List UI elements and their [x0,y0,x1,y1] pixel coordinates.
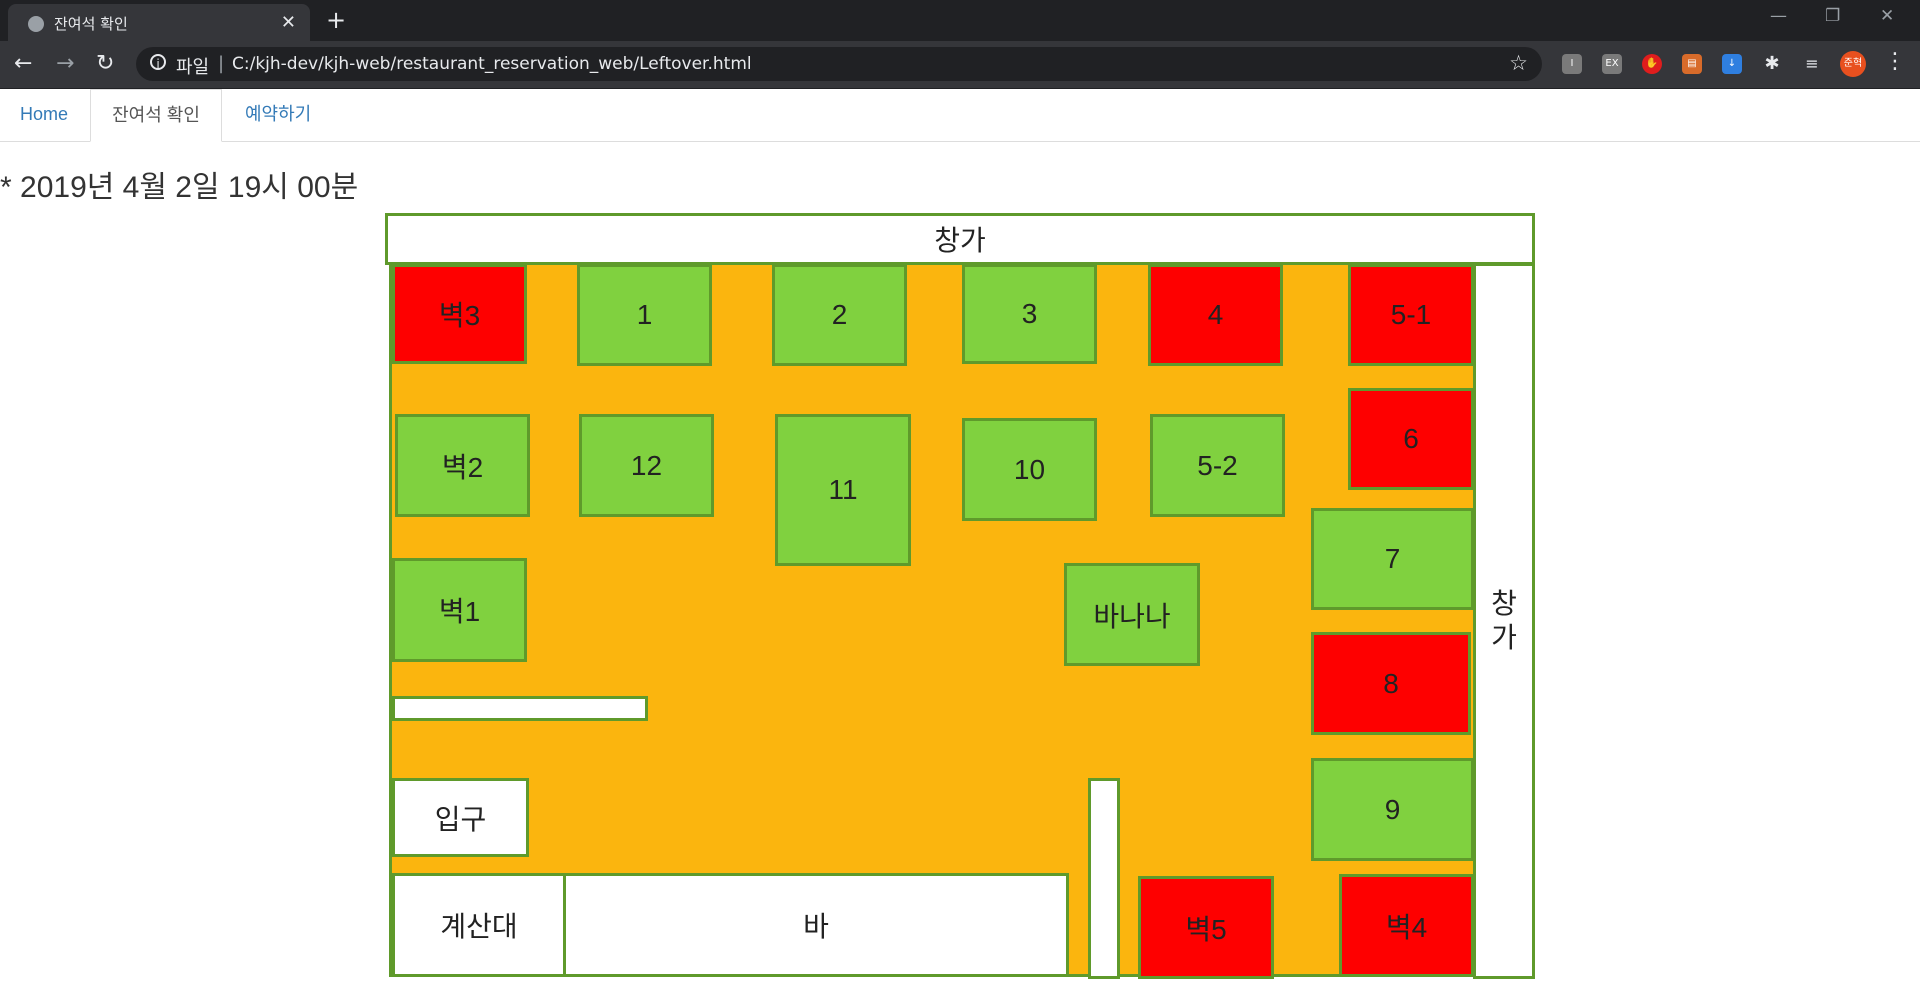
window-top: 창가 [385,213,1535,265]
window-right: 창 가 [1473,263,1535,979]
reservation-datetime: * 2019년 4월 2일 19시 00분 [0,171,359,204]
back-button[interactable]: ← [14,51,32,76]
extension-stop-icon[interactable]: ✋ [1642,54,1662,74]
table-4[interactable]: 4 [1148,264,1283,366]
extension-color-icon[interactable]: ▤ [1682,54,1702,74]
browser-toolbar: ← → ↻ i 파일 | C:/kjh-dev/kjh-web/restaura… [0,41,1920,89]
nav-home[interactable]: Home [20,89,68,141]
counter: 계산대 [392,873,566,977]
table-5-2[interactable]: 5-2 [1150,414,1285,517]
extension-icon[interactable]: I [1562,54,1582,74]
close-icon[interactable]: ✕ [281,12,296,33]
table-11[interactable]: 11 [775,414,911,566]
table-8[interactable]: 8 [1311,632,1471,735]
table-5-1[interactable]: 5-1 [1348,264,1474,366]
table-wall-3[interactable]: 벽3 [392,264,527,364]
bar: 바 [563,873,1069,977]
media-icon[interactable]: ≡ [1802,54,1822,74]
info-icon[interactable]: i [150,54,166,71]
window-close-icon[interactable]: ✕ [1880,6,1894,26]
window-right-char-2: 가 [1491,622,1517,653]
avatar[interactable]: 준혁 [1840,51,1866,77]
reload-button[interactable]: ↻ [96,51,114,76]
table-10[interactable]: 10 [962,418,1097,521]
restore-icon[interactable]: ❐ [1825,6,1840,26]
window-right-char-1: 창 [1491,588,1517,619]
table-9[interactable]: 9 [1311,758,1474,861]
table-12[interactable]: 12 [579,414,714,517]
table-7[interactable]: 7 [1311,508,1474,610]
table-3[interactable]: 3 [962,264,1097,364]
puzzle-icon[interactable]: ✱ [1762,54,1782,74]
browser-tab-strip: 잔여석 확인 ✕ + — ❐ ✕ [0,0,1920,41]
table-wall-4[interactable]: 벽4 [1339,874,1474,977]
table-1[interactable]: 1 [577,264,712,366]
table-2[interactable]: 2 [772,264,907,366]
table-6[interactable]: 6 [1348,388,1474,490]
browser-tab[interactable]: 잔여석 확인 ✕ [8,4,310,41]
nav-reserve[interactable]: 예약하기 [245,89,311,141]
table-banana[interactable]: 바나나 [1064,563,1200,666]
extension-ex-icon[interactable]: EX [1602,54,1622,74]
tab-title: 잔여석 확인 [54,15,128,33]
url-text[interactable]: C:/kjh-dev/kjh-web/restaurant_reservatio… [232,54,752,74]
bookmark-star-icon[interactable]: ☆ [1509,51,1528,75]
minimize-icon[interactable]: — [1770,6,1787,26]
entrance: 입구 [392,778,529,857]
globe-icon [28,16,44,32]
menu-icon[interactable]: ⋮ [1884,49,1906,74]
forward-button[interactable]: → [56,51,74,76]
download-icon[interactable]: ↓ [1722,54,1742,74]
separator: | [218,53,225,74]
scheme-label: 파일 [176,57,210,78]
new-tab-button[interactable]: + [326,6,346,34]
page-nav: Home 잔여석 확인 예약하기 [0,89,1920,142]
partition [392,696,648,721]
address-bar[interactable]: i 파일 | C:/kjh-dev/kjh-web/restaurant_res… [136,47,1542,81]
nav-leftover[interactable]: 잔여석 확인 [90,89,222,142]
pillar [1088,778,1120,979]
table-wall-5[interactable]: 벽5 [1138,876,1274,979]
table-wall-2[interactable]: 벽2 [395,414,530,517]
table-wall-1[interactable]: 벽1 [392,558,527,662]
